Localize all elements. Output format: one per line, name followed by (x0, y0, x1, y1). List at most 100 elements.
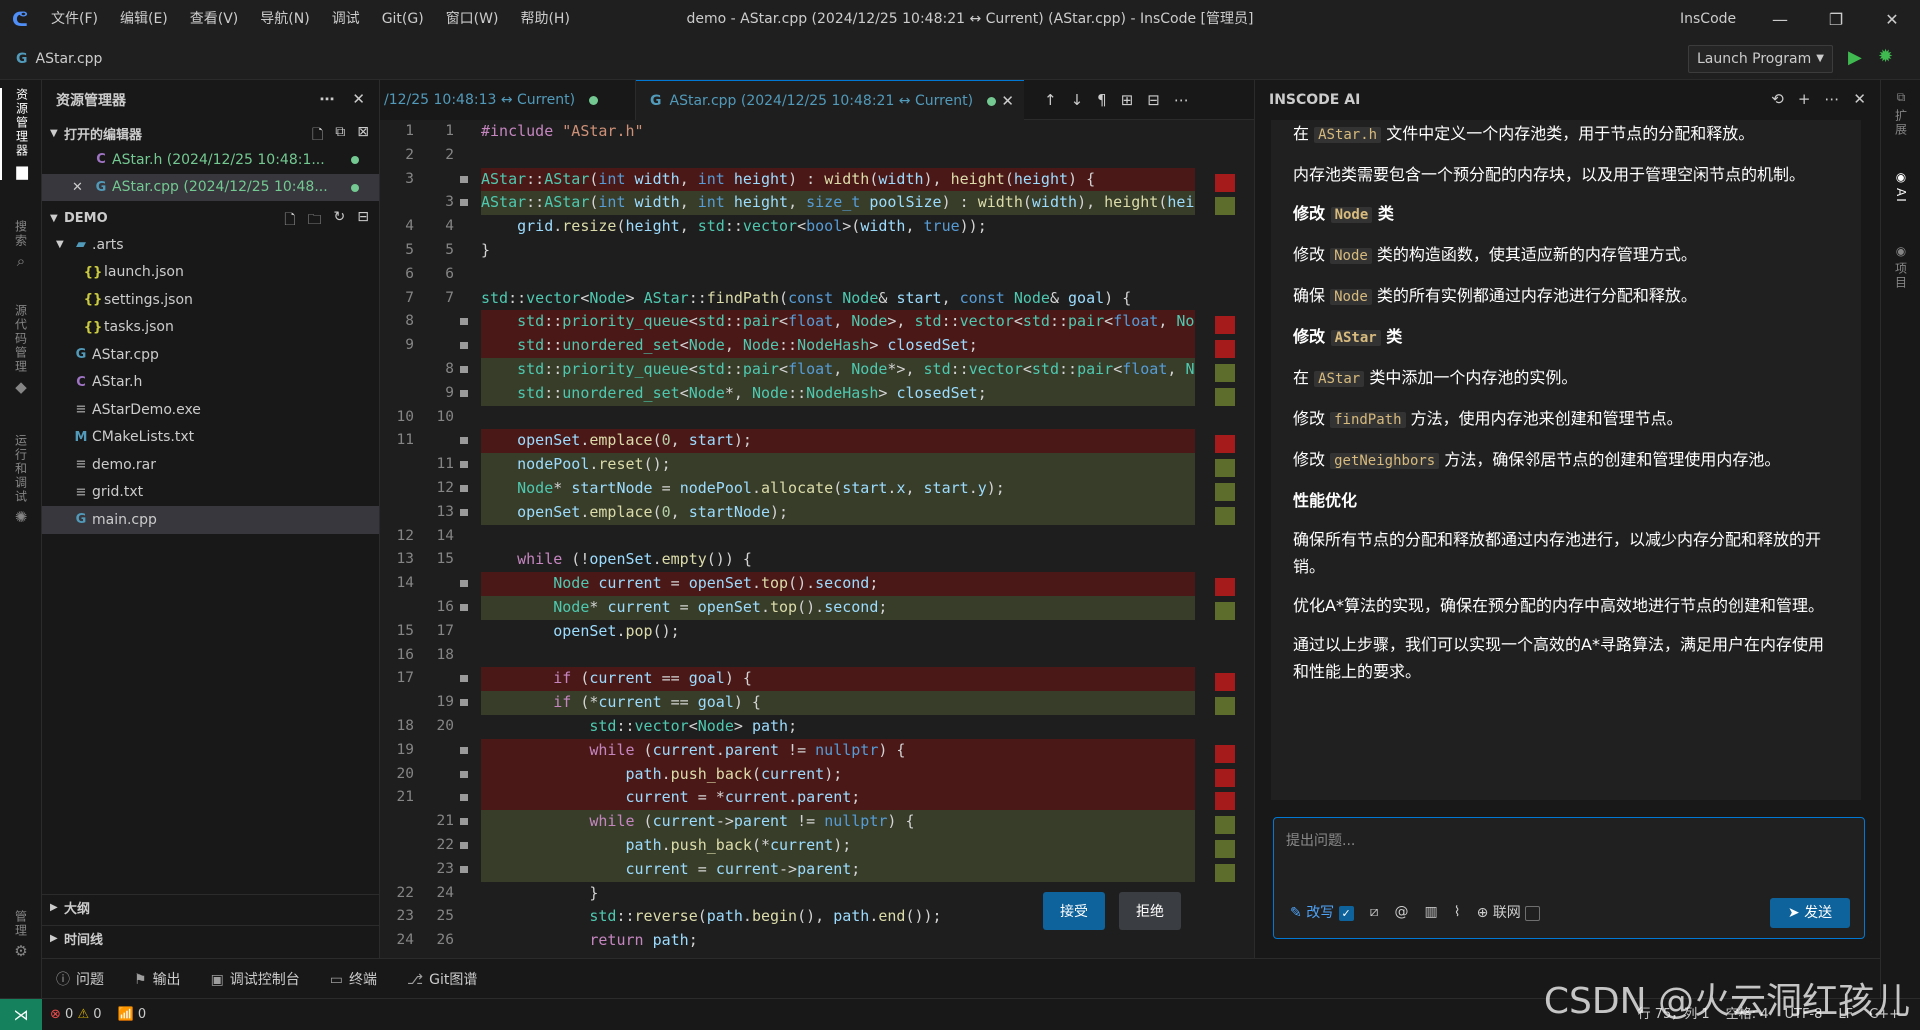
send-button[interactable]: ➤ 发送 (1770, 898, 1850, 928)
close-icon[interactable]: ✕ (1853, 90, 1866, 108)
more-actions-icon[interactable]: ⋯ (319, 90, 334, 108)
ports-status[interactable]: 📶 0 (118, 999, 147, 1030)
inserted-code-line[interactable]: std::unordered_set<Node*, Node::NodeHash… (481, 381, 1195, 406)
change-marker-icon[interactable] (460, 461, 468, 469)
inserted-code-line[interactable]: Node* current = openSet.top().second; (481, 595, 1195, 620)
slash-command-icon[interactable]: ⧄ (1370, 904, 1379, 920)
deleted-code-line[interactable]: path.push_back(current); (481, 762, 1195, 787)
inserted-code-line[interactable]: current = current->parent; (481, 857, 1195, 882)
attach-icon[interactable]: ⌇ (1454, 904, 1461, 920)
change-marker-icon[interactable] (460, 484, 468, 492)
show-whitespace-icon[interactable]: ¶ (1097, 91, 1107, 109)
open-editor-item[interactable]: C AStar.h (2024/12/25 10:48:1... (42, 146, 379, 174)
change-marker-icon[interactable] (460, 865, 468, 873)
rail-extensions[interactable]: ⧉ 扩展 (1881, 90, 1920, 137)
close-tab-icon[interactable]: ✕ (1001, 81, 1014, 120)
remote-icon[interactable]: ⋊ (0, 999, 42, 1030)
open-editors-section[interactable]: ▼ 打开的编辑器 🗋 ⧉ ⊠ (42, 120, 379, 146)
tab-git-graph[interactable]: ⎇ Git图谱 (407, 969, 477, 989)
split-editor-icon[interactable]: ⊟ (1147, 91, 1160, 109)
library-icon[interactable]: ▥ (1425, 904, 1438, 920)
close-icon[interactable]: ✕ (352, 90, 365, 108)
code-line[interactable]: grid.resize(height, std::vector<bool>(wi… (481, 215, 1195, 239)
code-line[interactable]: } (481, 239, 1195, 263)
tree-file[interactable]: G AStar.cpp (42, 341, 379, 369)
new-untitled-icon[interactable]: 🗋 (312, 124, 323, 148)
open-changes-icon[interactable]: ⊞ (1121, 91, 1134, 109)
code-area[interactable]: #include "AStar.h" AStar::AStar(int width… (481, 120, 1195, 953)
rail-project[interactable]: ◉ 项目 (1881, 244, 1920, 290)
launch-config-select[interactable]: Launch Program ▼ (1688, 45, 1833, 73)
inserted-code-line[interactable]: AStar::AStar(int width, int height, size… (481, 191, 1195, 216)
more-actions-icon[interactable]: ⋯ (1824, 90, 1839, 108)
minimap[interactable] (1215, 120, 1254, 958)
outline-section[interactable]: ▶ 大纲 (42, 894, 380, 920)
tab-problems[interactable]: ⓘ 问题 (56, 969, 104, 989)
tab-astar-h-diff[interactable]: /12/25 10:48:13 ↔ Current) (380, 80, 636, 120)
inserted-code-line[interactable]: while (current->parent != nullptr) { (481, 810, 1195, 834)
rewrite-checkbox[interactable]: ✓ (1338, 905, 1354, 921)
menu-navigate[interactable]: 导航(N) (249, 0, 320, 38)
timeline-section[interactable]: ▶ 时间线 (42, 925, 380, 951)
deleted-code-line[interactable]: openSet.emplace(0, start); (481, 429, 1195, 454)
close-all-icon[interactable]: ⊠ (357, 124, 369, 148)
change-marker-icon[interactable] (460, 508, 468, 516)
revert-marker-icon[interactable] (460, 318, 468, 326)
revert-marker-icon[interactable] (460, 580, 468, 588)
tab-astar-cpp-diff[interactable]: G AStar.cpp (2024/12/25 10:48:21 ↔ Curren… (636, 80, 1024, 120)
rewrite-toggle[interactable]: ✎ 改写 ✓ (1290, 902, 1354, 922)
code-line[interactable]: openSet.pop(); (481, 620, 1195, 644)
deleted-code-line[interactable]: std::priority_queue<std::pair<float, Nod… (481, 310, 1195, 335)
menu-edit[interactable]: 编辑(E) (109, 0, 179, 38)
code-line[interactable]: std::vector<Node> path; (481, 715, 1195, 739)
code-line[interactable] (481, 263, 1195, 287)
menu-window[interactable]: 窗口(W) (435, 0, 510, 38)
tree-file[interactable]: {} settings.json (42, 286, 379, 314)
change-marker-icon[interactable] (460, 841, 468, 849)
menu-git[interactable]: Git(G) (371, 0, 435, 38)
problems-status[interactable]: ⊗ 0 ⚠ 0 (50, 999, 102, 1030)
history-icon[interactable]: ⟲ (1771, 90, 1784, 108)
change-marker-icon[interactable] (460, 699, 468, 707)
revert-marker-icon[interactable] (460, 794, 468, 802)
tree-file[interactable]: ≡ AStarDemo.exe (42, 396, 379, 424)
activity-run-debug[interactable]: 运行和调试 ✺ (0, 434, 42, 526)
code-line[interactable]: std::vector<Node> AStar::findPath(const … (481, 287, 1195, 311)
revert-marker-icon[interactable] (460, 746, 468, 754)
tree-file-selected[interactable]: G main.cpp (42, 506, 379, 534)
minimize-button[interactable]: — (1752, 0, 1808, 38)
refresh-icon[interactable]: ↻ (334, 209, 346, 233)
tab-terminal[interactable]: ▭ 终端 (330, 969, 377, 989)
reject-button[interactable]: 拒绝 (1119, 892, 1181, 930)
inserted-code-line[interactable]: nodePool.reset(); (481, 453, 1195, 477)
deleted-code-line[interactable]: while (current.parent != nullptr) { (481, 738, 1195, 763)
tree-file[interactable]: M CMakeLists.txt (42, 424, 379, 452)
maximize-button[interactable]: ❐ (1808, 0, 1864, 38)
deleted-code-line[interactable]: current = *current.parent; (481, 786, 1195, 811)
code-line[interactable] (481, 644, 1195, 668)
activity-explorer[interactable]: 资源管理器 ▆ (0, 88, 42, 180)
inserted-code-line[interactable]: path.push_back(*current); (481, 833, 1195, 858)
change-marker-icon[interactable] (460, 365, 468, 373)
activity-manage[interactable]: 管理 ⚙ (0, 910, 42, 960)
tree-file[interactable]: {} launch.json (42, 259, 379, 287)
rail-ai[interactable]: ◉ AI (1881, 170, 1920, 204)
change-marker-icon[interactable] (460, 818, 468, 826)
new-file-icon[interactable]: 🗋 (284, 209, 295, 233)
code-line[interactable] (481, 406, 1195, 430)
close-window-button[interactable]: ✕ (1864, 0, 1920, 38)
code-line[interactable] (481, 525, 1195, 549)
collapse-all-icon[interactable]: ⊟ (357, 209, 369, 233)
ai-question-input[interactable] (1286, 830, 1846, 880)
deleted-code-line[interactable]: Node current = openSet.top().second; (481, 572, 1195, 596)
menu-file[interactable]: 文件(F) (40, 0, 109, 38)
web-checkbox[interactable] (1525, 905, 1541, 921)
revert-marker-icon[interactable] (460, 175, 468, 183)
project-section[interactable]: ▼ DEMO 🗋 🗀 ↻ ⊟ (42, 205, 379, 231)
previous-change-icon[interactable]: ↑ (1044, 91, 1057, 109)
deleted-code-line[interactable]: if (current == goal) { (481, 667, 1195, 692)
save-all-icon[interactable]: ⧉ (335, 124, 345, 148)
code-line[interactable]: return path; (481, 929, 1195, 953)
web-toggle[interactable]: ⊕ 联网 (1477, 902, 1541, 922)
tab-output[interactable]: ⚑ 输出 (134, 969, 181, 989)
